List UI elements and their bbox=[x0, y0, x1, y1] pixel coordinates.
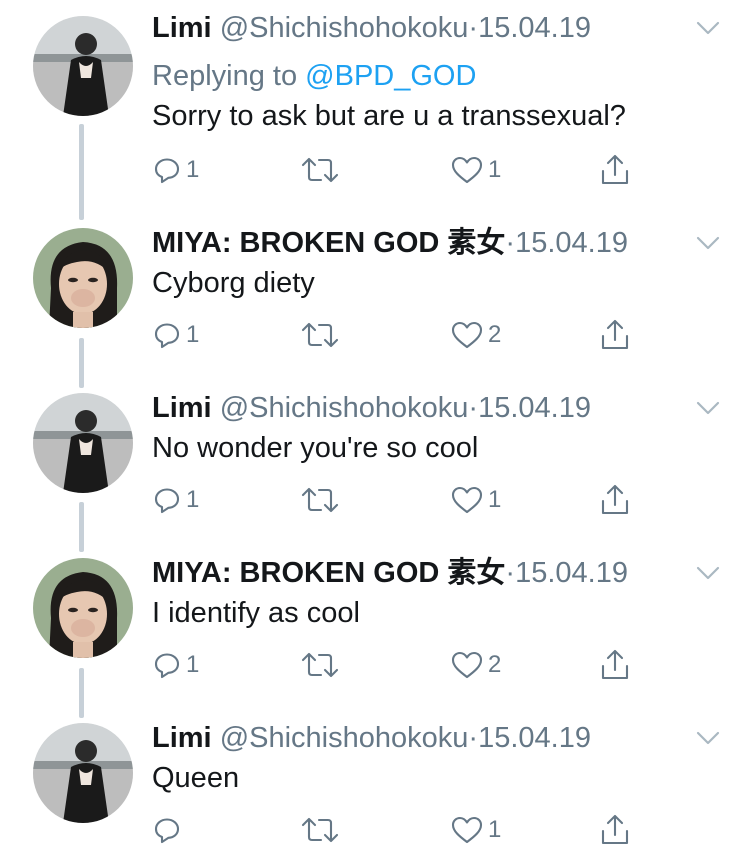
tweet-date[interactable]: 15.04.19 bbox=[515, 227, 628, 259]
retweet-icon bbox=[301, 652, 339, 678]
avatar[interactable] bbox=[33, 228, 133, 328]
tweet-actions: 1 bbox=[0, 812, 750, 848]
chevron-down-icon[interactable] bbox=[694, 233, 722, 253]
retweet-icon bbox=[301, 322, 339, 348]
share-button[interactable] bbox=[598, 482, 632, 518]
retweet-button[interactable] bbox=[300, 317, 344, 353]
reply-icon bbox=[154, 158, 180, 184]
tweet-date[interactable]: 15.04.19 bbox=[478, 12, 591, 44]
chevron-down-icon[interactable] bbox=[694, 563, 722, 583]
reply-icon bbox=[154, 818, 180, 844]
heart-icon bbox=[451, 651, 483, 679]
avatar[interactable] bbox=[33, 558, 133, 658]
reply-count: 1 bbox=[186, 651, 200, 678]
display-name[interactable]: Limi bbox=[152, 722, 212, 754]
like-button[interactable]: 1 bbox=[450, 482, 501, 518]
tweet-text: Queen bbox=[152, 762, 240, 794]
reply-count: 1 bbox=[186, 156, 200, 183]
tweet-actions: 1 1 bbox=[0, 152, 750, 188]
chevron-down-icon[interactable] bbox=[694, 728, 722, 748]
display-name[interactable]: MIYA: BROKEN GOD 素女 bbox=[152, 557, 505, 589]
like-button[interactable]: 2 bbox=[450, 317, 501, 353]
retweet-button[interactable] bbox=[300, 152, 344, 188]
retweet-icon bbox=[301, 157, 339, 183]
separator-dot: · bbox=[468, 722, 479, 754]
retweet-button[interactable] bbox=[300, 482, 344, 518]
display-name[interactable]: MIYA: BROKEN GOD 素女 bbox=[152, 227, 505, 259]
reply-button[interactable]: 1 bbox=[152, 647, 199, 683]
reply-count: 1 bbox=[186, 486, 200, 513]
like-button[interactable]: 1 bbox=[450, 812, 501, 848]
separator-dot: · bbox=[468, 392, 479, 424]
tweet-date[interactable]: 15.04.19 bbox=[478, 722, 591, 754]
like-count: 2 bbox=[488, 321, 502, 348]
reply-count: 1 bbox=[186, 321, 200, 348]
replying-to: Replying to @BPD_GOD bbox=[152, 56, 476, 96]
like-count: 1 bbox=[488, 816, 502, 843]
separator-dot: · bbox=[505, 227, 516, 259]
heart-icon bbox=[451, 321, 483, 349]
tweet-header: Limi @Shichishohokoku·15.04.19 bbox=[152, 388, 591, 428]
user-handle[interactable]: @Shichishohokoku bbox=[220, 722, 469, 754]
separator-dot: · bbox=[505, 557, 516, 589]
share-button[interactable] bbox=[598, 812, 632, 848]
heart-icon bbox=[451, 816, 483, 844]
reply-icon bbox=[154, 653, 180, 679]
tweet-header: MIYA: BROKEN GOD 素女·15.04.19 bbox=[152, 553, 628, 593]
reply-button[interactable] bbox=[152, 812, 186, 848]
retweet-button[interactable] bbox=[300, 812, 344, 848]
chevron-down-icon[interactable] bbox=[694, 398, 722, 418]
tweet-header: Limi @Shichishohokoku·15.04.19 bbox=[152, 8, 591, 48]
tweet-header: MIYA: BROKEN GOD 素女·15.04.19 bbox=[152, 223, 628, 263]
mention-link[interactable]: @BPD_GOD bbox=[305, 60, 476, 92]
share-button[interactable] bbox=[598, 647, 632, 683]
user-handle[interactable]: @Shichishohokoku bbox=[220, 12, 469, 44]
tweet-actions: 1 1 bbox=[0, 482, 750, 518]
tweet-actions: 1 2 bbox=[0, 317, 750, 353]
retweet-button[interactable] bbox=[300, 647, 344, 683]
heart-icon bbox=[451, 486, 483, 514]
retweet-icon bbox=[301, 487, 339, 513]
heart-icon bbox=[451, 156, 483, 184]
like-button[interactable]: 2 bbox=[450, 647, 501, 683]
separator-dot: · bbox=[468, 12, 479, 44]
reply-button[interactable]: 1 bbox=[152, 317, 199, 353]
avatar[interactable] bbox=[33, 16, 133, 116]
like-count: 2 bbox=[488, 651, 502, 678]
reply-icon bbox=[154, 323, 180, 349]
avatar[interactable] bbox=[33, 723, 133, 823]
tweet-text: Cyborg diety bbox=[152, 267, 315, 299]
share-button[interactable] bbox=[598, 317, 632, 353]
user-handle[interactable]: @Shichishohokoku bbox=[220, 392, 469, 424]
chevron-down-icon[interactable] bbox=[694, 18, 722, 38]
share-icon bbox=[601, 814, 629, 845]
reply-button[interactable]: 1 bbox=[152, 152, 199, 188]
tweet-header: Limi @Shichishohokoku·15.04.19 bbox=[152, 718, 591, 758]
tweet-date[interactable]: 15.04.19 bbox=[515, 557, 628, 589]
retweet-icon bbox=[301, 817, 339, 843]
reply-icon bbox=[154, 488, 180, 514]
like-count: 1 bbox=[488, 486, 502, 513]
display-name[interactable]: Limi bbox=[152, 392, 212, 424]
share-icon bbox=[601, 319, 629, 350]
tweet-text: Sorry to ask but are u a transsexual? bbox=[152, 100, 626, 132]
like-count: 1 bbox=[488, 156, 502, 183]
share-icon bbox=[601, 649, 629, 680]
replying-to-label: Replying to bbox=[152, 60, 298, 92]
tweet-text: No wonder you're so cool bbox=[152, 432, 479, 464]
share-icon bbox=[601, 154, 629, 185]
tweet-thread: Limi @Shichishohokoku·15.04.19 Replying … bbox=[0, 0, 750, 861]
tweet-text: I identify as cool bbox=[152, 597, 360, 629]
tweet-date[interactable]: 15.04.19 bbox=[478, 392, 591, 424]
avatar[interactable] bbox=[33, 393, 133, 493]
tweet-actions: 1 2 bbox=[0, 647, 750, 683]
like-button[interactable]: 1 bbox=[450, 152, 501, 188]
share-button[interactable] bbox=[598, 152, 632, 188]
share-icon bbox=[601, 484, 629, 515]
display-name[interactable]: Limi bbox=[152, 12, 212, 44]
reply-button[interactable]: 1 bbox=[152, 482, 199, 518]
